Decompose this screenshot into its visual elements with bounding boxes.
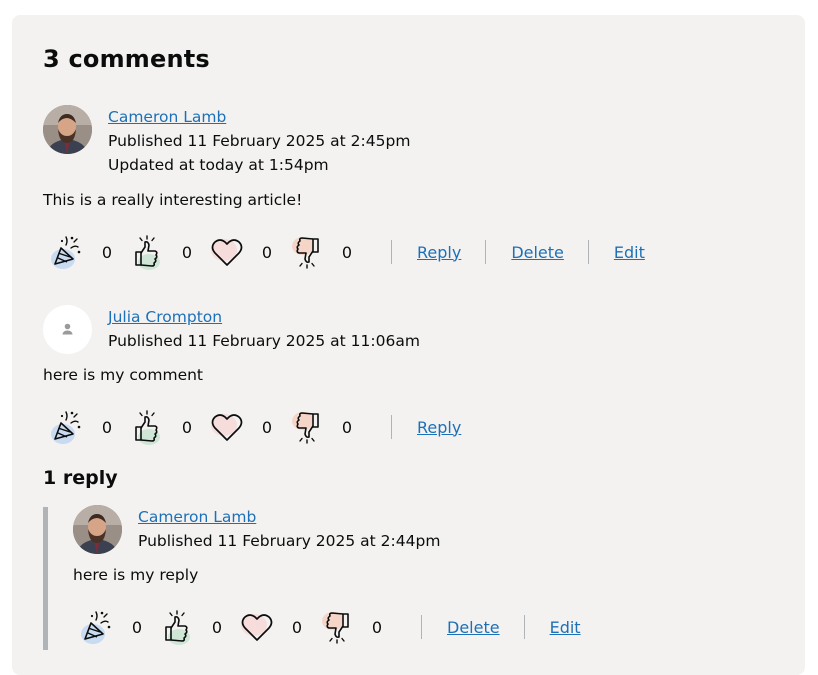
author-link[interactable]: Cameron Lamb xyxy=(108,105,410,129)
party-popper-icon[interactable] xyxy=(47,232,87,272)
published-date: Published 11 February 2025 at 2:45pm xyxy=(108,132,411,150)
avatar xyxy=(43,105,92,154)
reaction-like[interactable]: 0 xyxy=(157,607,237,647)
author-link[interactable]: Julia Crompton xyxy=(108,305,420,329)
reaction-count: 0 xyxy=(291,617,303,637)
comment-actions: 0 0 0 0 Reply xyxy=(47,404,461,450)
reaction-dislike[interactable]: 0 xyxy=(287,407,367,447)
reaction-count: 0 xyxy=(341,242,353,262)
reaction-count: 0 xyxy=(101,242,113,262)
separator xyxy=(391,240,392,264)
reaction-dislike[interactable]: 0 xyxy=(287,232,367,272)
party-popper-icon[interactable] xyxy=(77,607,117,647)
reaction-count: 0 xyxy=(181,242,193,262)
replies-heading: 1 reply xyxy=(43,467,118,489)
reaction-count: 0 xyxy=(131,617,143,637)
party-popper-icon[interactable] xyxy=(47,407,87,447)
thumbs-up-icon[interactable] xyxy=(127,232,167,272)
comment-text: here is my comment xyxy=(43,366,204,384)
comment-text: here is my reply xyxy=(73,566,199,584)
reply-link[interactable]: Reply xyxy=(417,418,461,437)
separator xyxy=(421,615,422,639)
heart-icon[interactable] xyxy=(207,407,247,447)
heart-icon[interactable] xyxy=(237,607,277,647)
published-date: Published 11 February 2025 at 11:06am xyxy=(108,332,420,350)
reaction-count: 0 xyxy=(181,417,193,437)
comment-actions: 0 0 0 0 Delete Edit xyxy=(77,604,581,650)
comment-meta: Cameron Lamb Published 11 February 2025 … xyxy=(108,105,410,177)
avatar xyxy=(43,305,92,354)
reaction-count: 0 xyxy=(211,617,223,637)
reaction-count: 0 xyxy=(101,417,113,437)
reaction-count: 0 xyxy=(261,242,273,262)
thumbs-up-icon[interactable] xyxy=(127,407,167,447)
reaction-love[interactable]: 0 xyxy=(207,232,287,272)
comment-actions: 0 0 0 0 Reply Delete Edit xyxy=(47,229,645,275)
thumbs-down-icon[interactable] xyxy=(317,607,357,647)
separator xyxy=(523,615,525,639)
updated-date: Updated at today at 1:54pm xyxy=(108,156,329,174)
edit-link[interactable]: Edit xyxy=(614,243,645,262)
reaction-count: 0 xyxy=(341,417,353,437)
comment-text: This is a really interesting article! xyxy=(43,191,303,209)
heart-icon[interactable] xyxy=(207,232,247,272)
thumbs-up-icon[interactable] xyxy=(157,607,197,647)
reaction-count: 0 xyxy=(261,417,273,437)
comment-meta: Cameron Lamb Published 11 February 2025 … xyxy=(138,505,440,553)
reply-indent-bar xyxy=(43,507,48,650)
separator xyxy=(485,240,487,264)
delete-link[interactable]: Delete xyxy=(447,618,500,637)
published-date: Published 11 February 2025 at 2:44pm xyxy=(138,532,441,550)
reaction-like[interactable]: 0 xyxy=(127,232,207,272)
reaction-celebrate[interactable]: 0 xyxy=(47,407,127,447)
thumbs-down-icon[interactable] xyxy=(287,407,327,447)
reaction-celebrate[interactable]: 0 xyxy=(47,232,127,272)
person-icon xyxy=(62,323,73,335)
edit-link[interactable]: Edit xyxy=(550,618,581,637)
delete-link[interactable]: Delete xyxy=(511,243,564,262)
separator xyxy=(391,415,392,439)
separator xyxy=(587,240,589,264)
author-link[interactable]: Cameron Lamb xyxy=(138,505,440,529)
reply-link[interactable]: Reply xyxy=(417,243,461,262)
reaction-dislike[interactable]: 0 xyxy=(317,607,397,647)
reaction-like[interactable]: 0 xyxy=(127,407,207,447)
reaction-count: 0 xyxy=(371,617,383,637)
avatar xyxy=(73,505,122,554)
comments-heading: 3 comments xyxy=(43,45,210,73)
reaction-love[interactable]: 0 xyxy=(237,607,317,647)
reaction-love[interactable]: 0 xyxy=(207,407,287,447)
comment-meta: Julia Crompton Published 11 February 202… xyxy=(108,305,420,353)
comments-panel: 3 comments Cameron Lamb Published 11 Feb… xyxy=(12,15,805,675)
reaction-celebrate[interactable]: 0 xyxy=(77,607,157,647)
thumbs-down-icon[interactable] xyxy=(287,232,327,272)
